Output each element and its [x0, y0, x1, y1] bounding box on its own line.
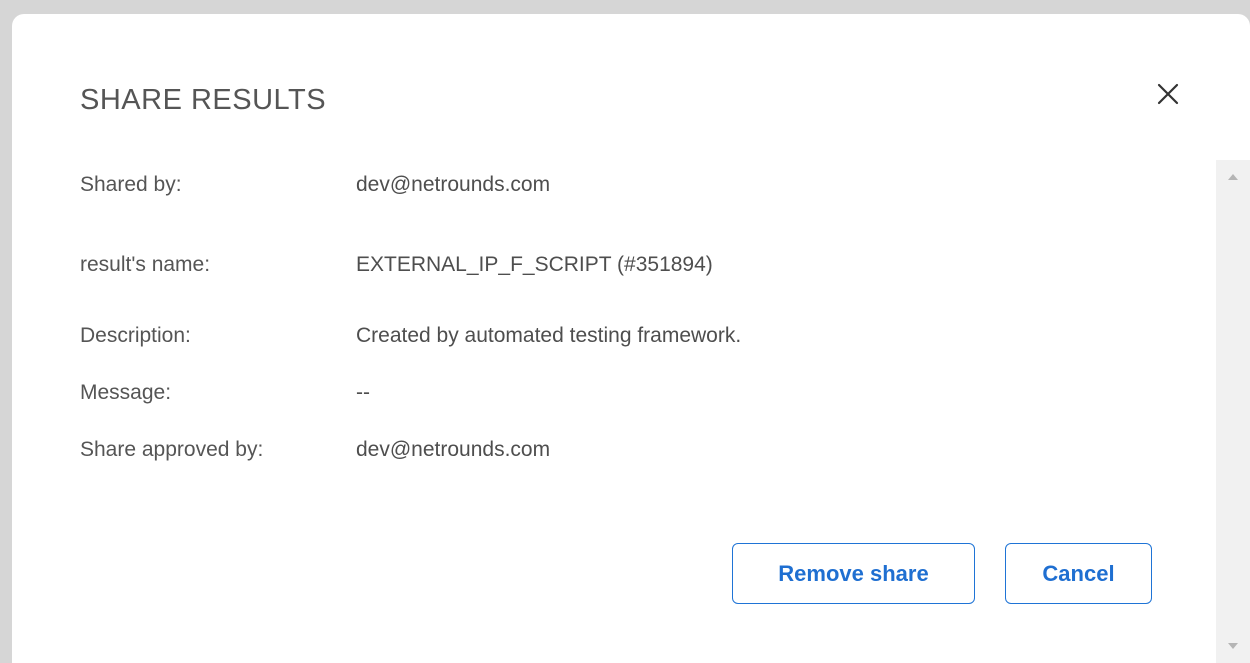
share-approved-by-value: dev@netrounds.com: [356, 438, 551, 461]
close-button[interactable]: [1146, 72, 1190, 116]
vertical-scrollbar[interactable]: [1216, 160, 1250, 663]
scroll-down-arrow-icon[interactable]: [1228, 643, 1238, 649]
share-results-dialog: SHARE RESULTS Shared by: dev@netrounds.c…: [12, 14, 1250, 663]
result-name-value: EXTERNAL_IP_F_SCRIPT (#351894): [356, 253, 713, 276]
scroll-up-arrow-icon[interactable]: [1228, 174, 1238, 180]
description-value: Created by automated testing framework.: [356, 324, 742, 347]
close-icon: [1157, 83, 1179, 105]
remove-share-button[interactable]: Remove share: [732, 543, 975, 604]
share-approved-by-label: Share approved by:: [80, 438, 264, 461]
cancel-button[interactable]: Cancel: [1005, 543, 1152, 604]
description-label: Description:: [80, 324, 191, 347]
message-value: --: [356, 381, 370, 404]
message-label: Message:: [80, 381, 172, 404]
shared-by-label: Shared by:: [80, 173, 182, 196]
result-name-label: result's name:: [80, 253, 211, 276]
shared-by-value: dev@netrounds.com: [356, 173, 551, 196]
dialog-title: SHARE RESULTS: [80, 84, 327, 116]
